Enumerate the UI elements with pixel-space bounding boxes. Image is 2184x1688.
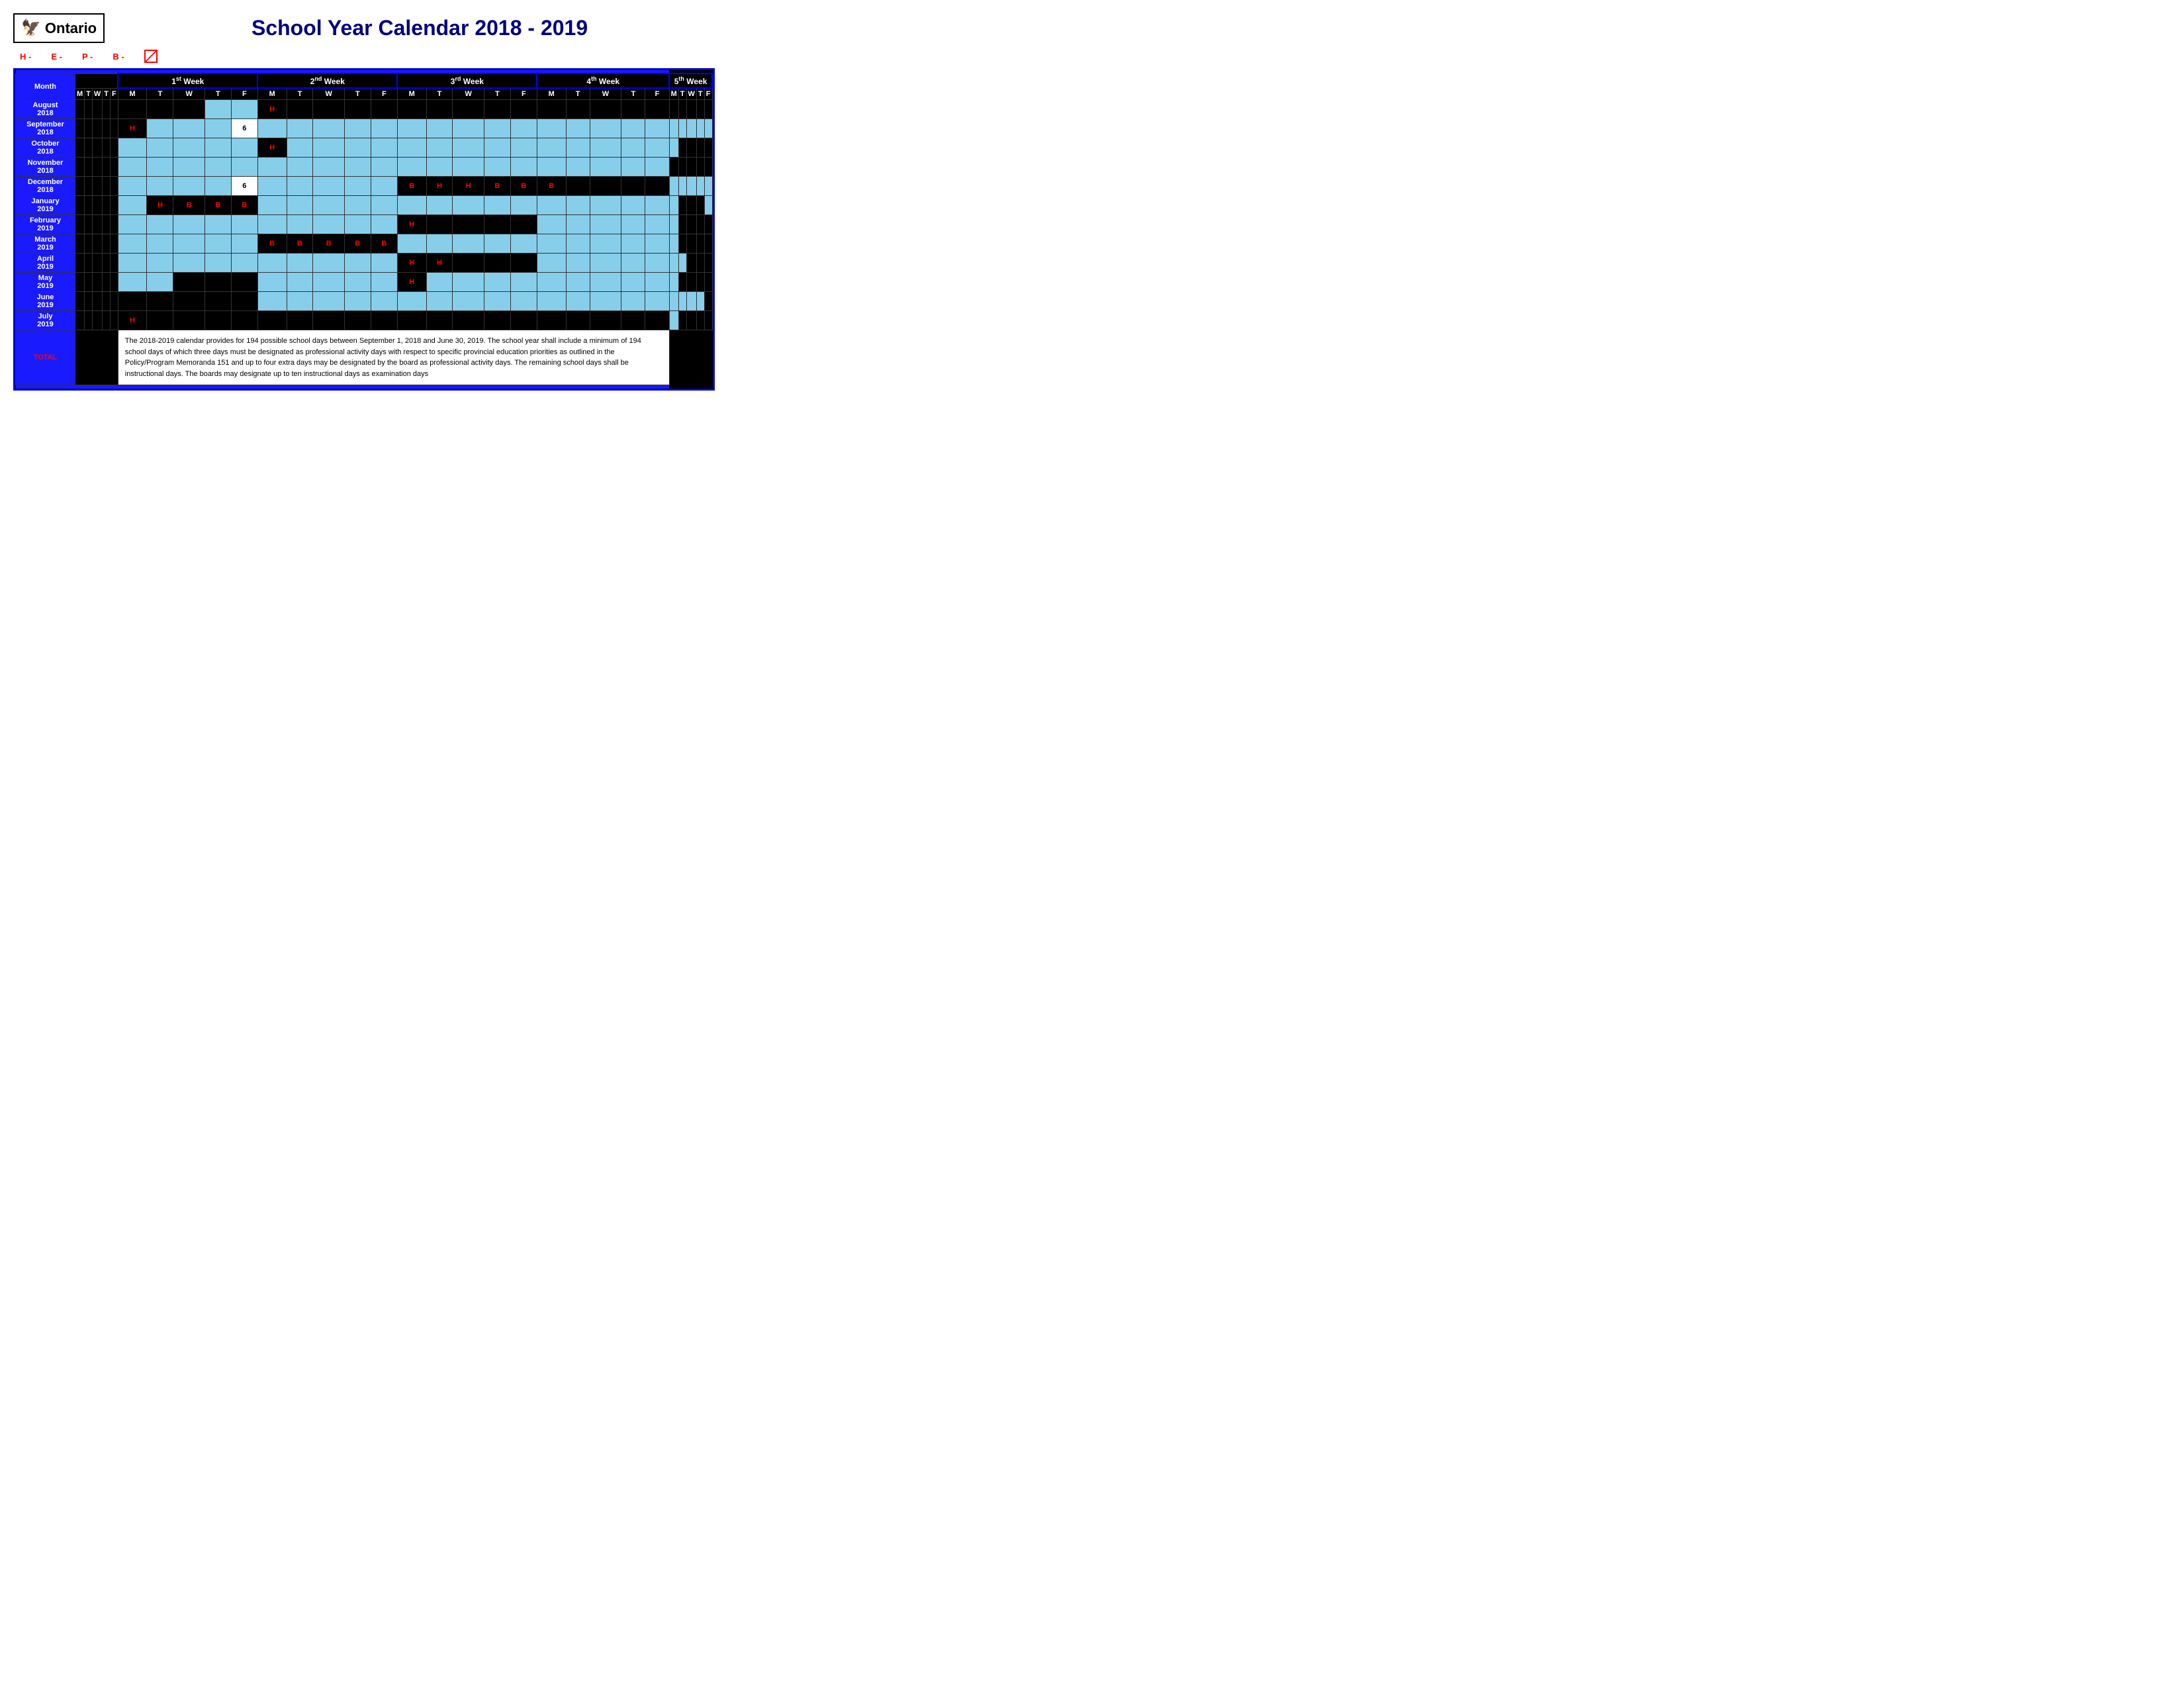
month-april: April2019 [16, 254, 75, 273]
logo-text: Ontario [45, 20, 97, 37]
month-may: May2019 [16, 273, 75, 292]
legend-h-label: H - [20, 52, 31, 62]
week-header-row: Month 1st Week 2nd Week 3rd Week 4th Wee… [16, 73, 713, 88]
legend-h: H - [20, 52, 31, 62]
legend-b: B - [113, 52, 124, 62]
month-june: June2019 [16, 292, 75, 311]
row-february-2019: February2019 H [16, 215, 713, 234]
row-october-2018: October2018 H [16, 138, 713, 158]
row-july-2019: July2019 H [16, 311, 713, 330]
page-title: School Year Calendar 2018 - 2019 [124, 16, 715, 40]
row-december-2018: December2018 6 BHHBB B [16, 177, 713, 196]
week2-header: 2nd Week [257, 73, 397, 88]
row-may-2019: May2019 H [16, 273, 713, 292]
month-november: November2018 [16, 158, 75, 177]
total-label: TOTAL [16, 330, 75, 385]
month-january: January2019 [16, 196, 75, 215]
row-november-2018: November2018 [16, 158, 713, 177]
total-note: The 2018-2019 calendar provides for 194 … [118, 330, 669, 385]
row-september-2018: September2018 H6 [16, 119, 713, 138]
legend-e-label: E - [51, 52, 62, 62]
day-col: F [111, 88, 118, 100]
logo: 🦅 Ontario [13, 13, 105, 43]
month-february: February2019 [16, 215, 75, 234]
row-august-2018: August2018 H [16, 100, 713, 119]
legend-p-label: P - [82, 52, 93, 62]
legend-e: E - [51, 52, 62, 62]
legend: H - E - P - B - [13, 50, 715, 63]
month-december: December2018 [16, 177, 75, 196]
week4-header: 4th Week [537, 73, 669, 88]
row-january-2019: January2019 HBBB [16, 196, 713, 215]
row-march-2019: March2019 BBBBB [16, 234, 713, 254]
total-row: TOTAL The 2018-2019 calendar provides fo… [16, 330, 713, 385]
frame-bottom [16, 385, 713, 389]
month-october: October2018 [16, 138, 75, 158]
day-col: T [103, 88, 111, 100]
legend-b-label: B - [113, 52, 124, 62]
day-col: W [92, 88, 102, 100]
day-header-row: M T W T F M T W T F M T W T F M T W T F … [16, 88, 713, 100]
day-col: T [85, 88, 93, 100]
row-april-2019: April2019 HH [16, 254, 713, 273]
week3-header: 3rd Week [397, 73, 537, 88]
month-august: August2018 [16, 100, 75, 119]
month-july: July2019 [16, 311, 75, 330]
row-june-2019: June2019 [16, 292, 713, 311]
month-march: March2019 [16, 234, 75, 254]
page-header: 🦅 Ontario School Year Calendar 2018 - 20… [13, 13, 715, 43]
logo-icon: 🦅 [21, 19, 41, 38]
week5-header: 5th Week [669, 73, 712, 88]
legend-slash-icon [144, 50, 158, 63]
calendar-wrapper: Month 1st Week 2nd Week 3rd Week 4th Wee… [13, 68, 715, 391]
day-col: M [75, 88, 85, 100]
week1-header: 1st Week [118, 73, 257, 88]
legend-p: P - [82, 52, 93, 62]
month-september: September2018 [16, 119, 75, 138]
legend-slash [144, 50, 158, 63]
calendar-table: Month 1st Week 2nd Week 3rd Week 4th Wee… [15, 70, 713, 389]
month-column-header: Month [16, 73, 75, 100]
